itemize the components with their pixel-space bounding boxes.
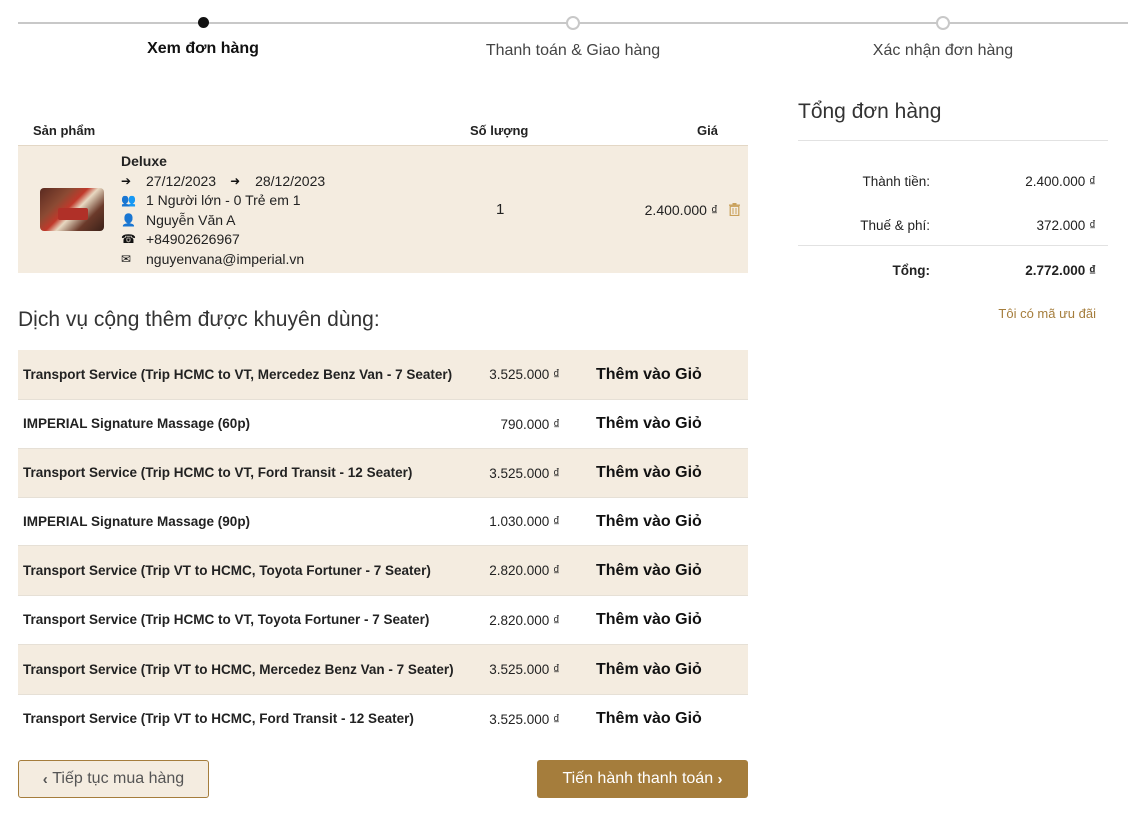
step-label: Thanh toán & Giao hàng <box>485 42 661 59</box>
service-row: Transport Service (Trip VT to HCMC, Toyo… <box>18 546 748 596</box>
users-icon: 👥 <box>121 193 136 207</box>
email: nguyenvana@imperial.vn <box>146 251 305 267</box>
service-name: IMPERIAL Signature Massage (90p) <box>23 513 251 529</box>
service-row: Transport Service (Trip HCMC to VT, Merc… <box>18 350 748 400</box>
trash-icon[interactable] <box>729 203 740 216</box>
add-to-cart-button[interactable]: Thêm vào Giỏ <box>596 513 702 531</box>
chevron-left-icon: ‹ <box>42 770 48 788</box>
guests-line: 👥 1 Người lớn - 0 Trẻ em 1 <box>121 192 301 208</box>
service-price: 1.030.000 ₫ <box>489 514 560 529</box>
service-name: Transport Service (Trip HCMC to VT, Toyo… <box>23 612 430 628</box>
step-confirm-order: Xác nhận đơn hàng <box>803 14 1083 60</box>
room-thumbnail[interactable] <box>40 188 104 231</box>
summary-title: Tổng đơn hàng <box>798 100 1108 141</box>
service-name: IMPERIAL Signature Massage (60p) <box>23 416 251 432</box>
service-price: 3.525.000 ₫ <box>489 711 560 727</box>
total-label: Tổng: <box>892 263 930 278</box>
cart-item-row: Deluxe ➔ 27/12/2023 ➜ 28/12/2023 👥 1 Ngư… <box>18 145 748 273</box>
add-to-cart-button[interactable]: Thêm vào Giỏ <box>596 611 702 629</box>
subtotal-value: 2.400.000 ₫ <box>1025 174 1096 189</box>
add-to-cart-button[interactable]: Thêm vào Giỏ <box>596 710 702 728</box>
tax-row: Thuế & phí: 372.000 ₫ <box>798 201 1108 245</box>
add-to-cart-button[interactable]: Thêm vào Giỏ <box>596 464 702 482</box>
service-name: Transport Service (Trip VT to HCMC, Toyo… <box>23 562 431 578</box>
checkout-button[interactable]: Tiến hành thanh toán › <box>537 760 748 798</box>
total-row: Tổng: 2.772.000 ₫ <box>798 245 1108 289</box>
subtotal-row: Thành tiền: 2.400.000 ₫ <box>798 157 1108 201</box>
header-product: Sản phẩm <box>33 123 96 138</box>
service-row: Transport Service (Trip HCMC to VT, Ford… <box>18 449 748 498</box>
step-label: Xem đơn hàng <box>147 40 259 57</box>
services-title: Dịch vụ cộng thêm được khuyên dùng: <box>18 308 380 331</box>
services-list: Transport Service (Trip HCMC to VT, Merc… <box>18 350 748 743</box>
tax-value: 372.000 ₫ <box>1036 218 1096 233</box>
service-name: Transport Service (Trip HCMC to VT, Ford… <box>23 465 413 481</box>
guests: 1 Người lớn - 0 Trẻ em 1 <box>146 192 301 208</box>
service-price: 3.525.000 ₫ <box>489 367 560 382</box>
step-dot-active <box>197 17 209 28</box>
stay-dates: ➔ 27/12/2023 ➜ 28/12/2023 <box>121 173 325 189</box>
subtotal-label: Thành tiền: <box>862 174 930 189</box>
service-row: IMPERIAL Signature Massage (90p) 1.030.0… <box>18 498 748 546</box>
phone: +84902626967 <box>146 231 240 247</box>
add-to-cart-button[interactable]: Thêm vào Giỏ <box>596 366 702 384</box>
checkout-label: Tiến hành thanh toán <box>562 770 714 787</box>
phone-icon: ☎ <box>121 232 136 246</box>
sign-in-icon: ➔ <box>121 174 132 188</box>
service-price: 3.525.000 ₫ <box>489 662 560 677</box>
customer-name: Nguyễn Văn A <box>146 212 236 228</box>
checkin-date: 27/12/2023 <box>146 173 217 189</box>
email-line: ✉ nguyenvana@imperial.vn <box>121 251 304 267</box>
cart-header: Sản phẩm Số lượng Giá <box>18 118 748 145</box>
service-price: 2.820.000 ₫ <box>489 563 560 578</box>
service-row: Transport Service (Trip VT to HCMC, Ford… <box>18 695 748 743</box>
service-name: Transport Service (Trip VT to HCMC, Ford… <box>23 711 414 727</box>
step-payment-delivery: Thanh toán & Giao hàng <box>433 14 713 60</box>
service-name: Transport Service (Trip VT to HCMC, Merc… <box>23 661 454 677</box>
item-quantity: 1 <box>496 201 505 218</box>
chevron-right-icon: › <box>717 770 723 788</box>
total-value: 2.772.000 ₫ <box>1025 263 1096 278</box>
service-name: Transport Service (Trip HCMC to VT, Merc… <box>23 366 453 382</box>
service-price: 3.525.000 ₫ <box>489 465 560 481</box>
service-row: Transport Service (Trip VT to HCMC, Merc… <box>18 645 748 695</box>
add-to-cart-button[interactable]: Thêm vào Giỏ <box>596 562 702 580</box>
order-summary: Tổng đơn hàng Thành tiền: 2.400.000 ₫ Th… <box>798 100 1108 321</box>
phone-line: ☎ +84902626967 <box>121 231 240 247</box>
checkout-stepper: Xem đơn hàng Thanh toán & Giao hàng Xác … <box>18 14 1128 74</box>
add-to-cart-button[interactable]: Thêm vào Giỏ <box>596 415 702 433</box>
room-name: Deluxe <box>121 153 167 169</box>
step-label: Xác nhận đơn hàng <box>872 42 1014 59</box>
cart-table: Sản phẩm Số lượng Giá Deluxe ➔ 27/12/202… <box>18 118 748 273</box>
step-dot <box>936 16 950 30</box>
user-icon: 👤 <box>121 213 136 227</box>
service-row: Transport Service (Trip HCMC to VT, Toyo… <box>18 596 748 645</box>
service-price: 790.000 ₫ <box>500 416 560 432</box>
customer-line: 👤 Nguyễn Văn A <box>121 212 236 228</box>
service-row: IMPERIAL Signature Massage (60p) 790.000… <box>18 400 748 449</box>
sign-out-icon: ➜ <box>230 174 241 188</box>
header-quantity: Số lượng <box>470 123 529 138</box>
add-to-cart-button[interactable]: Thêm vào Giỏ <box>596 661 702 679</box>
tax-label: Thuế & phí: <box>860 218 930 233</box>
step-dot <box>566 16 580 30</box>
checkout-date: 28/12/2023 <box>255 173 326 189</box>
continue-shopping-label: Tiếp tục mua hàng <box>52 770 185 787</box>
envelope-icon: ✉ <box>121 252 132 266</box>
item-price: 2.400.000 ₫ <box>644 202 718 218</box>
step-view-order: Xem đơn hàng <box>63 14 343 58</box>
promo-code-link[interactable]: Tôi có mã ưu đãi <box>998 306 1096 321</box>
service-price: 2.820.000 ₫ <box>489 612 560 628</box>
continue-shopping-button[interactable]: ‹ Tiếp tục mua hàng <box>18 760 209 798</box>
header-price: Giá <box>697 123 718 138</box>
